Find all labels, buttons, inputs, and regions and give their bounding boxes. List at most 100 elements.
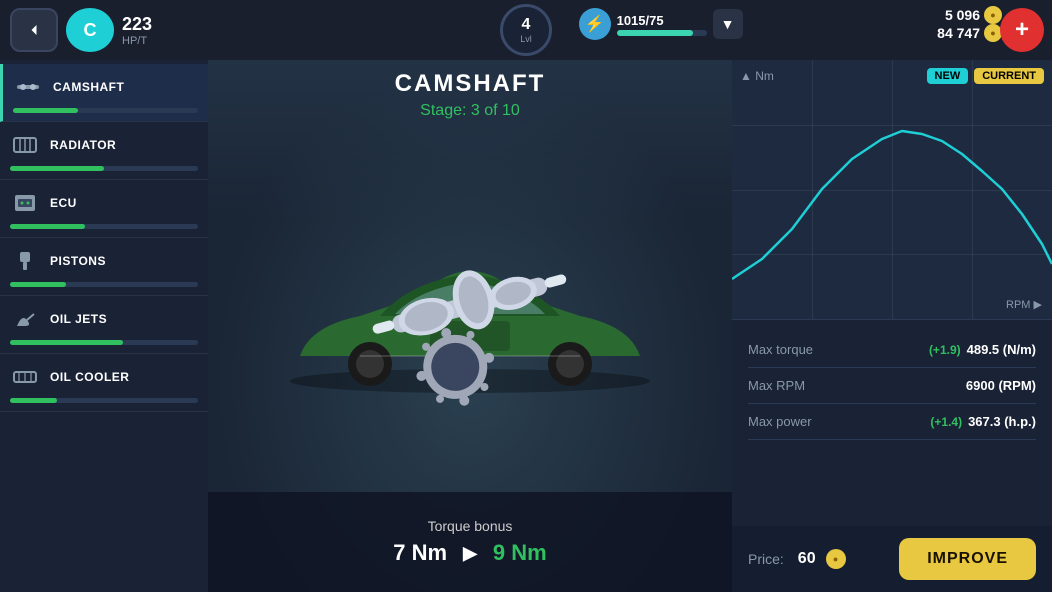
energy-bar bbox=[617, 30, 707, 36]
chart-area: ▲ Nm NEW CURRENT RPM ▶ bbox=[732, 60, 1052, 320]
sidebar-camshaft-bar bbox=[13, 108, 198, 113]
energy-section: ⚡ 1015/75 ▼ bbox=[579, 8, 743, 40]
plus-icon: + bbox=[1015, 16, 1029, 44]
torque-bonus-label: Torque bonus bbox=[428, 518, 513, 534]
sidebar-item-camshaft[interactable]: CAMSHAFT bbox=[0, 64, 208, 122]
oilcooler-bar-fill bbox=[10, 398, 57, 403]
energy-icon: ⚡ bbox=[579, 8, 611, 40]
right-panel: ▲ Nm NEW CURRENT RPM ▶ Max torque (+1.9)… bbox=[732, 60, 1052, 592]
stats-area: Max torque (+1.9) 489.5 (N/m) Max RPM 69… bbox=[732, 320, 1052, 526]
camshaft-icon bbox=[13, 72, 43, 102]
max-rpm-value: 6900 (RPM) bbox=[966, 378, 1036, 393]
hp-badge-letter: C bbox=[84, 20, 97, 41]
sidebar-item-oil-jets[interactable]: OIL JETS bbox=[0, 296, 208, 354]
sidebar-oiljets-bar bbox=[10, 340, 198, 345]
sidebar-item-oiljets-header: OIL JETS bbox=[10, 304, 198, 334]
chart-badge-current[interactable]: CURRENT bbox=[974, 68, 1044, 84]
price-bar: Price: 60 ● IMPROVE bbox=[732, 526, 1052, 592]
chart-badges: NEW CURRENT bbox=[927, 68, 1044, 84]
price-section: Price: 60 ● bbox=[748, 549, 846, 569]
torque-old-value: 7 Nm bbox=[393, 540, 447, 566]
sidebar-radiator-label: RADIATOR bbox=[50, 138, 116, 152]
sidebar-oiljets-label: OIL JETS bbox=[50, 312, 107, 326]
max-rpm-num: 6900 (RPM) bbox=[966, 378, 1036, 393]
torque-arrow-icon: ▶ bbox=[463, 543, 477, 564]
hp-stat: 223 HP/T bbox=[122, 14, 152, 47]
max-power-bonus: (+1.4) bbox=[930, 415, 962, 429]
price-coin-icon: ● bbox=[826, 549, 846, 569]
torque-values: 7 Nm ▶ 9 Nm bbox=[393, 540, 546, 566]
sidebar: CAMSHAFT RADIATOR ECU bbox=[0, 60, 208, 592]
main-content: CAMSHAFT Stage: 3 of 10 bbox=[208, 60, 732, 592]
max-torque-bonus: (+1.9) bbox=[929, 343, 961, 357]
pistons-bar-fill bbox=[10, 282, 66, 287]
max-power-num: 367.3 (h.p.) bbox=[968, 414, 1036, 429]
back-button[interactable] bbox=[10, 8, 58, 52]
center-title: CAMSHAFT Stage: 3 of 10 bbox=[208, 70, 732, 120]
stat-row-rpm: Max RPM 6900 (RPM) bbox=[748, 368, 1036, 404]
sidebar-item-oilcooler-header: OIL COOLER bbox=[10, 362, 198, 392]
level-badge: 4 Lvl bbox=[500, 4, 552, 56]
max-power-value: (+1.4) 367.3 (h.p.) bbox=[930, 414, 1036, 429]
oil-jets-icon bbox=[10, 304, 40, 334]
sidebar-ecu-bar bbox=[10, 224, 198, 229]
part-title: CAMSHAFT bbox=[208, 70, 732, 98]
sidebar-item-pistons[interactable]: PISTONS bbox=[0, 238, 208, 296]
stage-label: Stage: 3 of 10 bbox=[208, 102, 732, 120]
level-number: 4 bbox=[522, 16, 531, 34]
price-label: Price: bbox=[748, 551, 784, 567]
sidebar-item-radiator[interactable]: RADIATOR bbox=[0, 122, 208, 180]
max-torque-label: Max torque bbox=[748, 342, 813, 357]
sidebar-item-camshaft-header: CAMSHAFT bbox=[13, 72, 198, 102]
currency-gold-value: 84 747 bbox=[937, 25, 980, 41]
sidebar-camshaft-label: CAMSHAFT bbox=[53, 80, 124, 94]
rpm-label-text: RPM ▶ bbox=[1006, 298, 1042, 311]
currency-silver-row: 5 096 ● bbox=[945, 6, 1002, 24]
sidebar-pistons-label: PISTONS bbox=[50, 254, 106, 268]
add-currency-button[interactable]: + bbox=[1000, 8, 1044, 52]
stat-row-torque: Max torque (+1.9) 489.5 (N/m) bbox=[748, 332, 1036, 368]
chart-nm-label: ▲ Nm bbox=[740, 69, 774, 83]
pistons-icon bbox=[10, 246, 40, 276]
improve-button[interactable]: IMPROVE bbox=[899, 538, 1036, 580]
dropdown-icon: ▼ bbox=[721, 16, 735, 32]
chart-rpm-label: RPM ▶ bbox=[1006, 298, 1042, 311]
ecu-bar-fill bbox=[10, 224, 85, 229]
max-power-label: Max power bbox=[748, 414, 812, 429]
radiator-bar-fill bbox=[10, 166, 104, 171]
oil-cooler-icon bbox=[10, 362, 40, 392]
max-torque-value: (+1.9) 489.5 (N/m) bbox=[929, 342, 1036, 357]
sidebar-pistons-bar bbox=[10, 282, 198, 287]
currency-silver-value: 5 096 bbox=[945, 7, 980, 23]
sidebar-item-ecu[interactable]: ECU bbox=[0, 180, 208, 238]
dropdown-button[interactable]: ▼ bbox=[713, 9, 743, 39]
sidebar-radiator-bar bbox=[10, 166, 198, 171]
energy-bar-fill bbox=[617, 30, 694, 36]
sidebar-item-oil-cooler[interactable]: OIL COOLER bbox=[0, 354, 208, 412]
hp-unit: HP/T bbox=[122, 35, 147, 47]
currency-section: 5 096 ● 84 747 ● bbox=[937, 6, 1002, 42]
hp-badge: C bbox=[66, 8, 114, 52]
energy-value: 1015/75 bbox=[617, 13, 707, 28]
stat-row-power: Max power (+1.4) 367.3 (h.p.) bbox=[748, 404, 1036, 440]
sidebar-ecu-label: ECU bbox=[50, 196, 77, 210]
car-section bbox=[208, 120, 732, 492]
oiljets-bar-fill bbox=[10, 340, 123, 345]
ecu-icon bbox=[10, 188, 40, 218]
sidebar-item-ecu-header: ECU bbox=[10, 188, 198, 218]
sidebar-item-radiator-header: RADIATOR bbox=[10, 130, 198, 160]
max-rpm-label: Max RPM bbox=[748, 378, 805, 393]
top-bar: C 223 HP/T 4 Lvl ⚡ 1015/75 ▼ 5 096 ● 84 … bbox=[0, 0, 1052, 60]
bottom-info: Torque bonus 7 Nm ▶ 9 Nm bbox=[208, 492, 732, 592]
radiator-icon bbox=[10, 130, 40, 160]
silver-coin-icon: ● bbox=[984, 6, 1002, 24]
torque-chart bbox=[732, 89, 1052, 289]
price-number: 60 bbox=[798, 550, 816, 568]
sidebar-oilcooler-bar bbox=[10, 398, 198, 403]
torque-new-value: 9 Nm bbox=[493, 540, 547, 566]
chart-header: ▲ Nm NEW CURRENT bbox=[740, 68, 1044, 84]
chart-badge-new[interactable]: NEW bbox=[927, 68, 969, 84]
sidebar-item-pistons-header: PISTONS bbox=[10, 246, 198, 276]
hp-value: 223 bbox=[122, 14, 152, 35]
camshaft-bar-fill bbox=[13, 108, 78, 113]
